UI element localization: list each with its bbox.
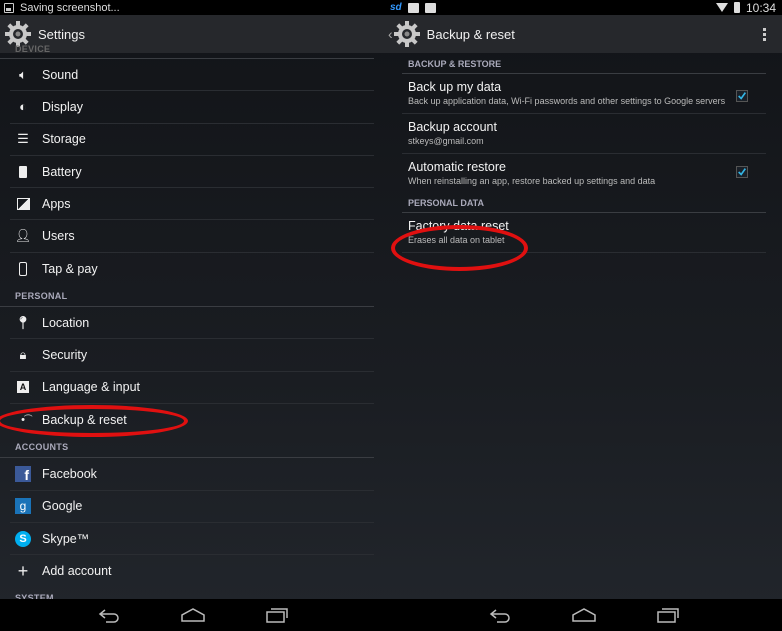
settings-item-backup-reset[interactable]: •͡ Backup & reset [10,404,374,436]
pref-summary: When reinstalling an app, restore backed… [408,176,656,186]
item-label: Location [42,315,90,330]
item-label: Tap & pay [42,261,98,276]
navigation-bar [386,599,782,631]
backup-list: BACKUP & RESTORE Back up my data Back up… [386,54,782,253]
settings-item-users[interactable]: 👤︎ Users [10,220,374,253]
plus-icon: + [17,560,29,581]
settings-item-tap-pay[interactable]: Tap & pay [10,253,374,285]
settings-item-add-account[interactable]: + Add account [10,555,374,587]
display-icon: ◐ [19,99,27,115]
back-up-data-checkbox[interactable] [736,90,748,102]
recent-apps-button[interactable] [264,607,290,623]
status-text: Saving screenshot... [20,1,120,14]
item-label: Security [42,348,88,363]
settings-item-google[interactable]: g Google [10,491,374,523]
battery-status-icon [733,2,740,13]
settings-panel: Saving screenshot... Settings DEVICE 🔈︎ … [0,0,386,631]
item-label: Backup & reset [42,413,127,428]
sd-card-icon: sd [390,2,402,13]
page-title: Settings [38,26,85,42]
location-icon: 📍︎ [14,314,32,330]
settings-item-battery[interactable]: Battery [10,156,374,189]
navigation-bar [0,599,386,631]
backup-icon: •͡ [21,414,25,427]
users-icon: 👤︎ [14,228,32,244]
overflow-menu-icon[interactable] [763,27,766,41]
back-button[interactable] [487,607,513,623]
apps-icon [14,196,32,212]
facebook-icon: f [14,465,32,482]
settings-item-security[interactable]: 🔒︎ Security [10,339,374,372]
status-bar: Saving screenshot... [0,0,386,15]
pref-summary: Erases all data on tablet [408,235,505,245]
pref-title: Automatic restore [408,160,506,174]
tap-pay-icon [14,261,32,277]
settings-item-language[interactable]: A Language & input [10,372,374,404]
section-header-personal: PERSONAL [0,285,374,308]
item-label: Add account [42,564,112,579]
skype-icon: S [14,530,32,547]
wifi-icon [715,3,728,12]
recent-apps-button[interactable] [655,607,681,623]
page-title: Backup & reset [426,26,515,42]
section-header-device: DEVICE [0,45,374,59]
section-header-personal-data: PERSONAL DATA [402,193,766,213]
clock: 10:34 [745,0,776,15]
settings-list: DEVICE 🔈︎ Sound ◐ Display ☰ Storage Batt… [0,45,386,609]
item-label: Users [42,229,75,244]
pref-title: Factory data reset [408,219,509,233]
item-label: Display [42,99,83,114]
storage-icon: ☰ [17,131,29,147]
pref-summary: Back up application data, Wi-Fi password… [408,96,726,106]
notification-play-store-icon [424,2,436,13]
item-label: Sound [42,67,79,82]
item-label: Apps [42,196,71,211]
item-label: Storage [42,132,86,147]
home-button[interactable] [571,607,597,623]
pref-backup-account[interactable]: Backup account stkeys@gmail.com [402,114,766,154]
action-bar: ‹ Backup & reset [386,15,782,53]
settings-item-skype[interactable]: S Skype™ [10,523,374,556]
item-label: Skype™ [42,531,90,546]
settings-item-apps[interactable]: Apps [10,188,374,221]
sound-icon: 🔈︎ [19,66,27,82]
settings-item-sound[interactable]: 🔈︎ Sound [10,59,374,92]
pref-summary: stkeys@gmail.com [408,136,484,146]
section-header-accounts: ACCOUNTS [0,436,374,459]
settings-item-display[interactable]: ◐ Display [10,91,374,124]
lock-icon: 🔒︎ [19,347,27,363]
screenshot-icon [4,2,14,13]
item-label: Google [42,499,83,514]
pref-automatic-restore[interactable]: Automatic restore When reinstalling an a… [402,154,766,193]
status-bar: sd 10:34 [386,0,782,15]
back-button[interactable] [96,607,122,623]
section-header-backup-restore: BACKUP & RESTORE [402,54,766,74]
item-label: Battery [42,164,82,179]
automatic-restore-checkbox[interactable] [736,166,748,178]
pref-title: Back up my data [408,80,502,94]
notification-check-icon [407,2,419,13]
home-button[interactable] [180,607,206,623]
pref-title: Backup account [408,120,497,134]
pref-factory-data-reset[interactable]: Factory data reset Erases all data on ta… [402,213,766,253]
settings-item-facebook[interactable]: f Facebook [10,458,374,491]
item-label: Language & input [42,380,141,395]
battery-icon [14,164,32,180]
pref-back-up-my-data[interactable]: Back up my data Back up application data… [402,74,766,114]
settings-item-location[interactable]: 📍︎ Location [10,307,374,340]
settings-gear-icon[interactable] [393,20,421,48]
google-icon: g [14,498,32,515]
language-icon: A [14,379,32,395]
backup-reset-panel: sd 10:34 ‹ Backup & reset BACKUP & RESTO… [386,0,782,631]
item-label: Facebook [42,466,97,481]
settings-item-storage[interactable]: ☰ Storage [10,124,374,156]
